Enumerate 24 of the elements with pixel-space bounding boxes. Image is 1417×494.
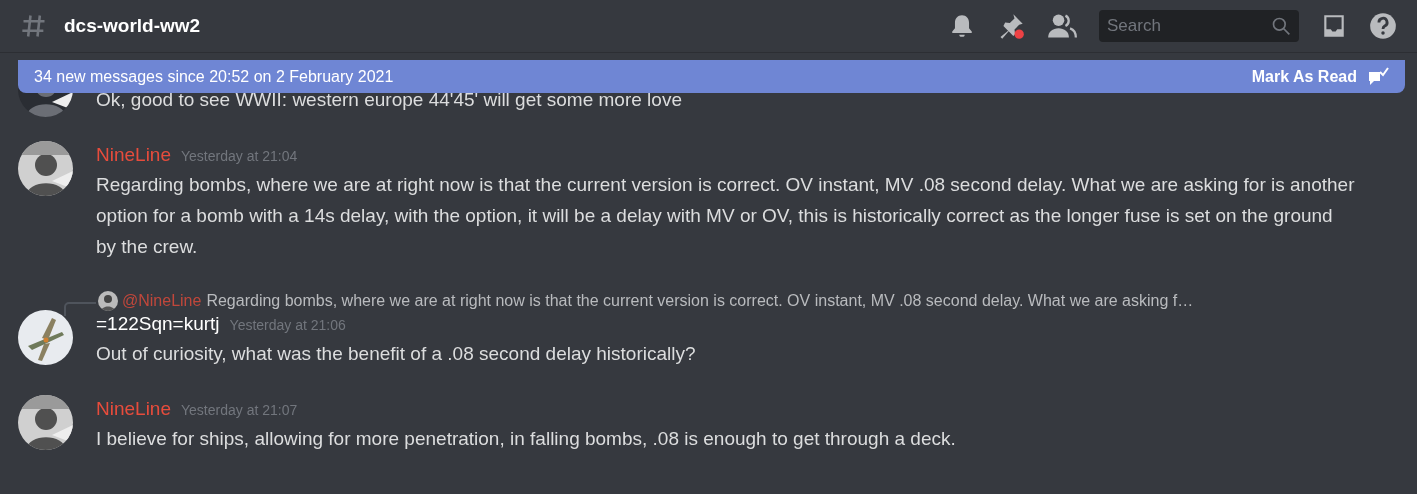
search-field[interactable]: Search: [1099, 10, 1299, 42]
message-text: I believe for ships, allowing for more penetration, in falling bombs, .08 is enough to get through a deck.: [96, 427, 956, 451]
reply-preview[interactable]: Regarding bombs, where we are at right now is that the current version is correct. OV instant, MV .08 second delay. What we are asking f…: [206, 289, 1194, 313]
mark-as-read-button[interactable]: Mark As Read: [1251, 64, 1389, 89]
author-name[interactable]: NineLine: [96, 395, 171, 424]
channel-hash-icon: [20, 12, 48, 40]
chat-check-icon: [1367, 66, 1389, 87]
reply-connector: [64, 302, 96, 316]
channel-name: dcs-world-ww2: [64, 13, 201, 38]
inbox-icon[interactable]: [1321, 13, 1347, 39]
timestamp: Yesterday at 21:07: [181, 401, 298, 420]
reply-author[interactable]: @NineLine: [122, 289, 202, 313]
help-icon[interactable]: [1369, 12, 1397, 40]
members-icon[interactable]: [1047, 13, 1077, 39]
message-text: Out of curiosity, what was the benefit of a .08 second delay historically?: [96, 342, 696, 366]
bell-icon[interactable]: [949, 13, 975, 39]
new-messages-bar[interactable]: 34 new messages since 20:52 on 2 February 2021 Mark As Read: [18, 60, 1405, 93]
timestamp: Yesterday at 21:04: [181, 147, 298, 166]
author-name[interactable]: =122Sqn=kurtj: [96, 310, 220, 339]
timestamp: Yesterday at 21:06: [229, 316, 346, 335]
message-text: Regarding bombs, where we are at right now is that the current version is correct. OV instant, MV .08 second delay. What we are asking for is another option for a bomb with a 14s delay, with the option, it will be a delay with MV or OV, this is historically correct as the longer fuse is set on the ground by the crew.: [96, 173, 1356, 259]
search-icon: [1271, 16, 1291, 36]
author-name[interactable]: NineLine: [96, 141, 171, 170]
new-messages-text: 34 new messages since 20:52 on 2 February 2021: [34, 66, 394, 87]
